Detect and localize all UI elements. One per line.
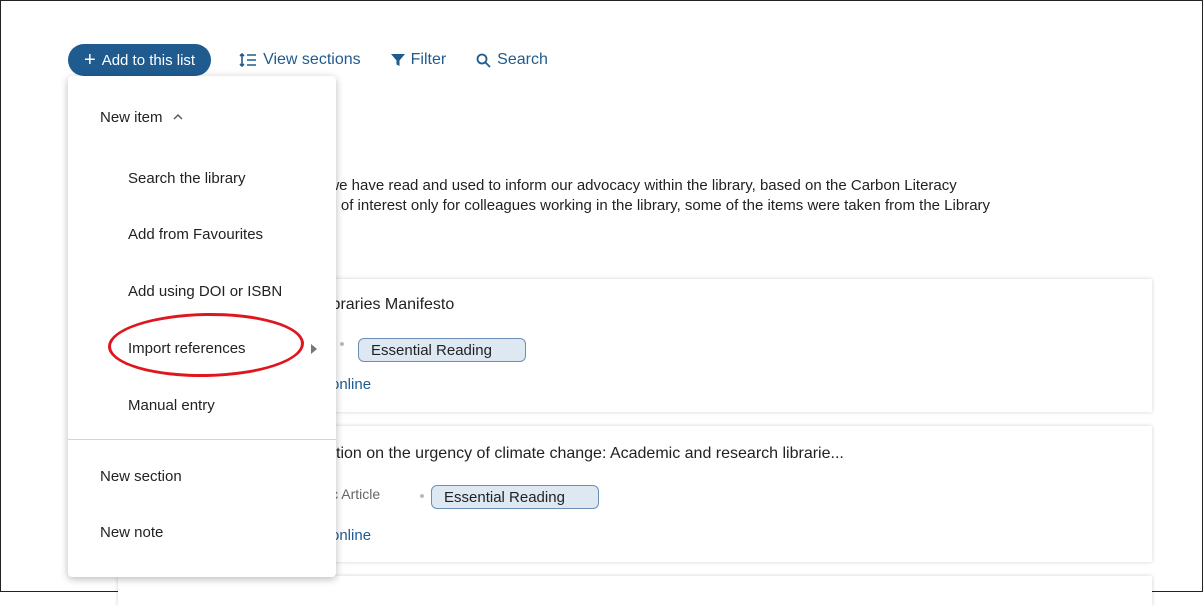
online-link[interactable]: online xyxy=(331,376,371,393)
menu-new-note[interactable]: New note xyxy=(100,524,163,541)
meta-separator-dot xyxy=(420,494,424,498)
menu-new-section[interactable]: New section xyxy=(100,468,182,485)
filter-icon xyxy=(390,54,405,66)
online-link[interactable]: online xyxy=(331,527,371,544)
list-toolbar: + Add to this list View sections Filter … xyxy=(68,44,548,76)
chevron-up-icon xyxy=(173,114,183,120)
meta-separator-dot xyxy=(340,342,344,346)
description-line-2: oe of interest only for colleagues worki… xyxy=(320,197,991,214)
essential-reading-badge: Essential Reading xyxy=(358,338,526,362)
list-description: t we have read and used to inform our ad… xyxy=(320,176,1140,216)
filter-button[interactable]: Filter xyxy=(390,51,447,69)
view-sections-label: View sections xyxy=(263,51,361,68)
description-line-1: t we have read and used to inform our ad… xyxy=(320,177,957,194)
menu-add-from-favourites[interactable]: Add from Favourites xyxy=(128,226,263,243)
add-to-list-label: Add to this list xyxy=(101,51,196,69)
new-item-label: New item xyxy=(100,109,163,126)
search-icon xyxy=(476,53,491,68)
essential-reading-badge: Essential Reading xyxy=(431,485,599,509)
item-title[interactable]: ction on the urgency of climate change: … xyxy=(328,445,844,463)
menu-search-library[interactable]: Search the library xyxy=(128,170,246,187)
filter-label: Filter xyxy=(410,51,447,68)
menu-divider xyxy=(68,439,336,440)
sort-lines-icon xyxy=(239,53,257,67)
list-item-card[interactable] xyxy=(118,576,1152,606)
add-to-list-button[interactable]: + Add to this list xyxy=(68,44,212,76)
menu-manual-entry[interactable]: Manual entry xyxy=(128,397,215,414)
caret-right-icon xyxy=(311,344,317,354)
menu-new-item[interactable]: New item xyxy=(100,109,183,126)
item-title[interactable]: ibraries Manifesto xyxy=(328,296,454,314)
search-label: Search xyxy=(497,51,548,68)
view-sections-button[interactable]: View sections xyxy=(239,51,361,69)
search-button[interactable]: Search xyxy=(476,51,548,69)
plus-icon: + xyxy=(84,49,96,71)
menu-add-doi-isbn[interactable]: Add using DOI or ISBN xyxy=(128,283,282,300)
